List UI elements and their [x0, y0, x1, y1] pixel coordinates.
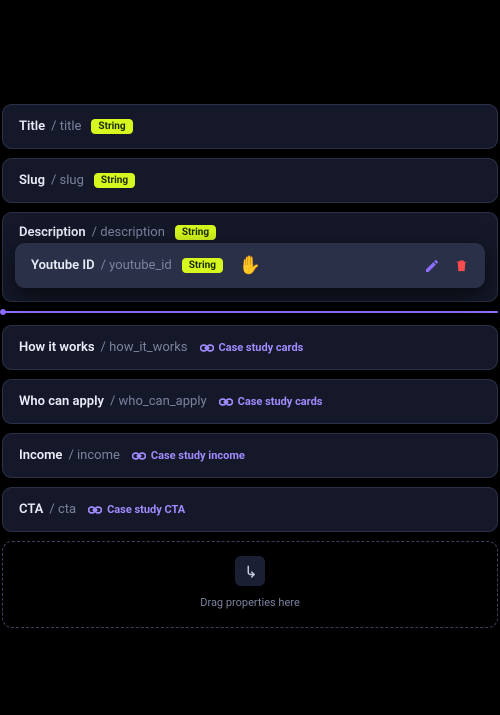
edit-icon[interactable]: [424, 258, 440, 274]
dropzone-text: Drag properties here: [19, 596, 481, 609]
field-slug: / youtube_id: [101, 258, 172, 273]
type-ref-link[interactable]: Case study cards: [200, 341, 304, 354]
trash-icon[interactable]: [454, 258, 469, 273]
field-row[interactable]: CTA / cta Case study CTA: [2, 487, 498, 532]
arrow-icon: [243, 564, 257, 578]
ref-label: Case study cards: [238, 395, 323, 408]
field-label: Who can apply: [19, 394, 104, 409]
grab-hand-icon: ✋: [239, 257, 261, 275]
type-ref-link[interactable]: Case study income: [132, 449, 245, 462]
field-row[interactable]: Title / title String: [2, 104, 498, 149]
type-badge-string: String: [94, 173, 135, 188]
field-row[interactable]: Slug / slug String: [2, 158, 498, 203]
ref-label: Case study cards: [219, 341, 304, 354]
row-actions: [424, 258, 469, 274]
field-label: Slug: [19, 173, 45, 188]
link-icon: [132, 450, 151, 462]
link-icon: [88, 504, 107, 516]
field-label: Description: [19, 225, 86, 240]
field-slug: / slug: [51, 173, 84, 188]
type-badge-string: String: [91, 119, 132, 134]
field-slug: / income: [68, 448, 119, 463]
field-row[interactable]: How it works / how_it_works Case study ca…: [2, 325, 498, 370]
field-slug: / how_it_works: [101, 340, 188, 355]
link-icon: [219, 396, 238, 408]
ref-label: Case study income: [151, 449, 245, 462]
field-label: Income: [19, 448, 62, 463]
fields-list: Title / title String Slug / slug String Desc…: [2, 104, 498, 628]
type-ref-link[interactable]: Case study cards: [219, 395, 323, 408]
field-label: Title: [19, 119, 45, 134]
type-badge-string: String: [175, 225, 216, 240]
field-slug: / who_can_apply: [110, 394, 207, 409]
field-slug: / cta: [49, 502, 76, 517]
link-icon: [200, 342, 219, 354]
field-label: How it works: [19, 340, 95, 355]
ref-label: Case study CTA: [107, 503, 185, 516]
type-ref-link[interactable]: Case study CTA: [88, 503, 185, 516]
type-badge-string: String: [182, 258, 223, 273]
field-label: Youtube ID: [31, 258, 95, 273]
insert-indicator: [2, 311, 498, 313]
field-row[interactable]: Who can apply / who_can_apply Case study …: [2, 379, 498, 424]
dropzone-icon-box: [235, 556, 265, 586]
dragging-field-row[interactable]: Youtube ID / youtube_id String ✋: [15, 243, 485, 288]
dropzone[interactable]: Drag properties here: [2, 541, 498, 628]
field-slug: / description: [92, 225, 165, 240]
field-row[interactable]: Income / income Case study income: [2, 433, 498, 478]
field-slug: / title: [51, 119, 81, 134]
field-label: CTA: [19, 502, 43, 517]
